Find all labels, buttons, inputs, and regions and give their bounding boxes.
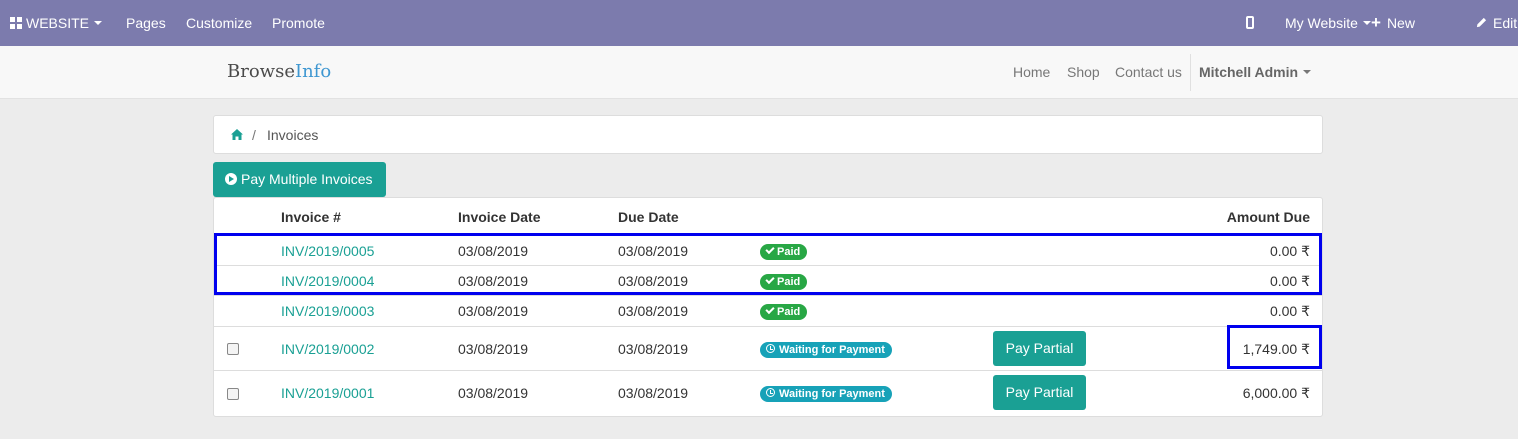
header-due-date: Due Date: [618, 209, 679, 225]
invoice-date: 03/08/2019: [458, 385, 529, 401]
promote-menu[interactable]: Promote: [272, 0, 325, 46]
breadcrumb: / Invoices: [213, 115, 1323, 154]
pencil-icon: [1476, 18, 1487, 28]
status-badge: Waiting for Payment: [760, 342, 892, 358]
due-date: 03/08/2019: [618, 303, 689, 319]
website-menu-label: WEBSITE: [26, 15, 90, 31]
customize-menu[interactable]: Customize: [186, 0, 252, 46]
pay-multiple-label: Pay Multiple Invoices: [241, 171, 373, 187]
highlight-paid-rows: [214, 233, 1322, 295]
invoice-select-checkbox[interactable]: [227, 343, 239, 355]
pay-multiple-invoices-button[interactable]: Pay Multiple Invoices: [213, 162, 386, 197]
invoice-link[interactable]: INV/2019/0003: [281, 303, 374, 319]
logo-text-browse: Browse: [227, 61, 295, 82]
pay-partial-button[interactable]: Pay Partial: [993, 375, 1086, 410]
status-badge-label: Waiting for Payment: [779, 344, 885, 356]
invoice-select-checkbox[interactable]: [227, 388, 239, 400]
table-row: INV/2019/0003 03/08/2019 03/08/2019 Paid…: [214, 295, 1322, 326]
status-badge: Waiting for Payment: [760, 386, 892, 402]
site-header: BrowseInfo Home Shop Contact us Mitchell…: [0, 46, 1518, 99]
table-row: INV/2019/0002 03/08/2019 03/08/2019 Wait…: [214, 326, 1322, 370]
pay-partial-button[interactable]: Pay Partial: [993, 331, 1086, 366]
caret-down-icon: [1362, 21, 1371, 26]
header-amount-due: Amount Due: [1226, 209, 1310, 225]
my-website-label: My Website: [1285, 15, 1358, 31]
new-label: New: [1386, 15, 1415, 31]
plus-icon: +: [1371, 13, 1381, 32]
mobile-icon: [1246, 16, 1254, 30]
due-date: 03/08/2019: [618, 341, 689, 357]
user-menu[interactable]: Mitchell Admin: [1199, 46, 1312, 99]
site-logo[interactable]: BrowseInfo: [227, 61, 331, 82]
nav-contact-us[interactable]: Contact us: [1115, 46, 1182, 99]
caret-down-icon: [94, 21, 103, 26]
due-date: 03/08/2019: [618, 385, 689, 401]
header-invoice-number: Invoice #: [281, 209, 341, 225]
invoice-link[interactable]: INV/2019/0001: [281, 385, 374, 401]
mobile-preview-button[interactable]: [1246, 0, 1254, 46]
caret-down-icon: [1303, 70, 1312, 75]
logo-text-info: Info: [294, 61, 332, 82]
clock-icon: [766, 344, 775, 354]
nav-divider: [1190, 54, 1191, 91]
new-button[interactable]: + New: [1371, 0, 1415, 46]
my-website-menu[interactable]: My Website: [1285, 0, 1371, 46]
invoice-date: 03/08/2019: [458, 341, 529, 357]
clock-icon: [766, 388, 775, 398]
home-icon[interactable]: [231, 129, 243, 140]
arrow-circle-right-icon: [225, 172, 237, 185]
grid-icon: [10, 16, 22, 29]
website-menu[interactable]: WEBSITE: [10, 0, 103, 46]
nav-home[interactable]: Home: [1013, 46, 1050, 99]
invoice-table: Invoice # Invoice Date Due Date Amount D…: [213, 197, 1323, 417]
status-badge: Paid: [760, 304, 808, 320]
status-badge-label: Waiting for Payment: [779, 388, 885, 400]
invoice-link[interactable]: INV/2019/0002: [281, 341, 374, 357]
breadcrumb-separator: /: [252, 127, 256, 143]
breadcrumb-current: Invoices: [267, 127, 319, 143]
website-admin-bar: WEBSITE Pages Customize Promote My Websi…: [0, 0, 1518, 46]
highlight-amount-due: [1227, 325, 1322, 369]
header-invoice-date: Invoice Date: [458, 209, 541, 225]
table-row: INV/2019/0001 03/08/2019 03/08/2019 Wait…: [214, 370, 1322, 416]
amount-due: 0.00 ₹: [1269, 303, 1310, 319]
edit-label: Edit: [1493, 15, 1518, 31]
pages-menu[interactable]: Pages: [126, 0, 166, 46]
user-name: Mitchell Admin: [1199, 64, 1299, 80]
status-badge-label: Paid: [777, 306, 801, 318]
edit-button[interactable]: Edit: [1476, 0, 1517, 46]
invoice-date: 03/08/2019: [458, 303, 529, 319]
nav-shop[interactable]: Shop: [1067, 46, 1100, 99]
check-icon: [765, 304, 775, 315]
amount-due: 6,000.00 ₹: [1242, 385, 1310, 401]
